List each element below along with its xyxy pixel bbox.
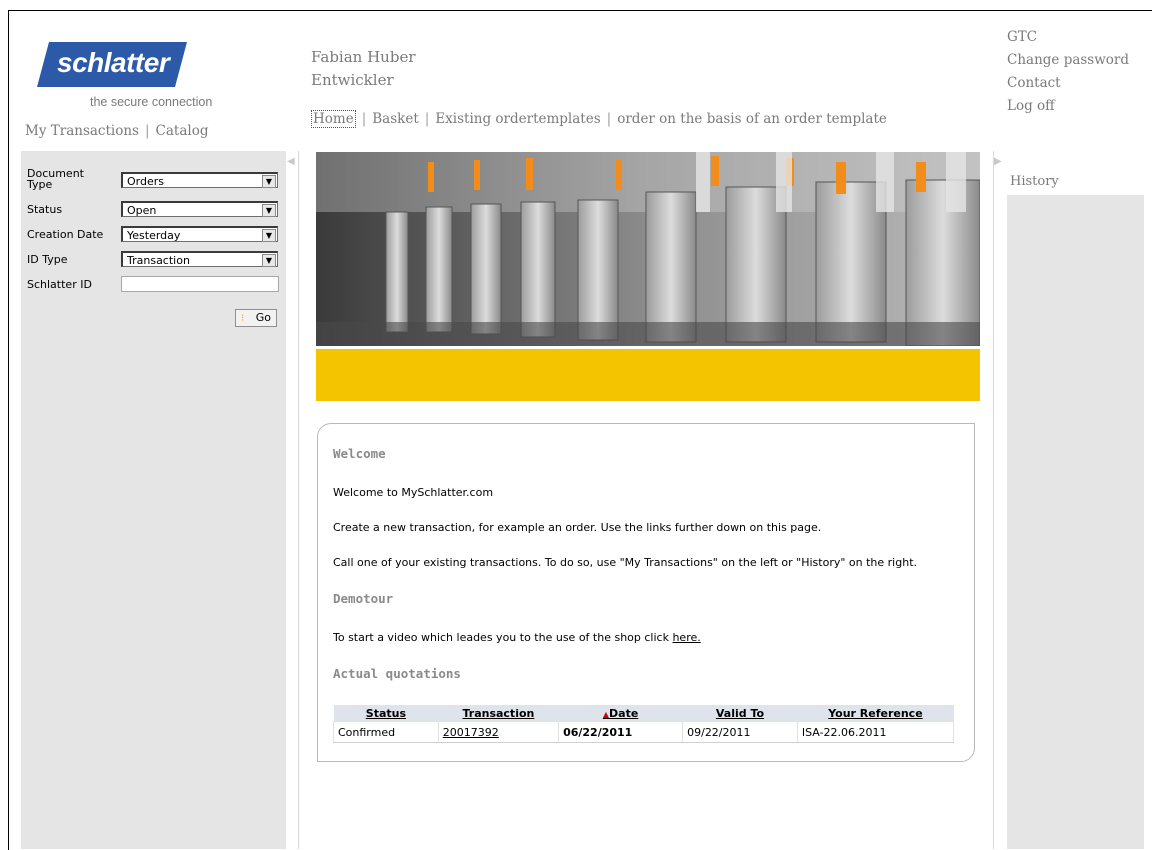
- cell-valid-to: 09/22/2011: [682, 721, 798, 743]
- select-document-type[interactable]: Orders ▼: [121, 172, 278, 188]
- cell-your-reference: ISA-22.06.2011: [796, 721, 955, 743]
- yellow-banner-strip: [316, 349, 980, 401]
- chevron-down-icon[interactable]: ▼: [262, 204, 276, 217]
- select-id-type[interactable]: Transaction ▼: [121, 251, 278, 267]
- user-name: Fabian Huber: [311, 48, 416, 66]
- main-nav: Home | Basket | Existing ordertemplates | orde…: [311, 110, 887, 128]
- demotour-link[interactable]: here.: [672, 631, 700, 644]
- link-contact[interactable]: Contact: [1007, 75, 1130, 98]
- quotations-heading: Actual quotations: [333, 666, 461, 681]
- nav-existing-ordertemplates[interactable]: Existing ordertemplates: [435, 111, 600, 127]
- label-id-type: ID Type: [27, 253, 68, 266]
- welcome-heading: Welcome: [333, 446, 386, 461]
- col-transaction[interactable]: Transaction: [438, 705, 559, 722]
- logo-tagline: the secure connection: [90, 95, 213, 109]
- select-value: Yesterday: [127, 229, 181, 242]
- transaction-link[interactable]: 20017392: [443, 726, 499, 739]
- welcome-line-2: Create a new transaction, for example an…: [333, 521, 822, 534]
- schlatter-id-input[interactable]: [121, 276, 279, 292]
- nav-catalog[interactable]: Catalog: [156, 123, 209, 139]
- welcome-line-1: Welcome to MySchlatter.com: [333, 486, 494, 499]
- nav-order-from-template[interactable]: order on the basis of an order template: [617, 111, 887, 127]
- link-change-password[interactable]: Change password: [1007, 52, 1130, 75]
- col-your-reference[interactable]: Your Reference: [797, 705, 954, 722]
- label-document-type: Document Type: [27, 167, 84, 191]
- demotour-heading: Demotour: [333, 591, 394, 606]
- nav-my-transactions[interactable]: My Transactions: [25, 123, 139, 139]
- chevron-down-icon[interactable]: ▼: [262, 229, 276, 242]
- nav-separator: |: [361, 111, 367, 127]
- link-log-off[interactable]: Log off: [1007, 98, 1130, 121]
- logo-text: schlatter: [57, 47, 170, 78]
- select-value: Transaction: [127, 254, 190, 267]
- table-row: Confirmed 20017392 06/22/2011 09/22/2011…: [333, 721, 955, 743]
- machine-illustration: [316, 152, 980, 346]
- quotations-table: Status Transaction ▲Date Valid To Your R…: [333, 705, 955, 743]
- nav-separator: |: [606, 111, 612, 127]
- chevron-down-icon[interactable]: ▼: [262, 254, 276, 267]
- col-valid-to[interactable]: Valid To: [682, 705, 798, 722]
- link-gtc[interactable]: GTC: [1007, 29, 1130, 52]
- user-role: Entwickler: [311, 71, 394, 89]
- col-date-label: Date: [609, 706, 639, 720]
- divider: [298, 151, 299, 849]
- nav-home[interactable]: Home: [311, 110, 356, 128]
- select-value: Orders: [127, 175, 164, 188]
- utility-links: GTC Change password Contact Log off: [1007, 29, 1130, 121]
- collapse-left-icon[interactable]: ◀: [287, 156, 295, 172]
- demotour-text: To start a video which leades you to the…: [333, 631, 701, 644]
- go-label: Go: [255, 311, 271, 324]
- welcome-box: Welcome Welcome to MySchlatter.com Creat…: [317, 423, 975, 762]
- left-nav: My Transactions | Catalog: [25, 123, 209, 139]
- chevron-down-icon[interactable]: ▼: [262, 175, 276, 188]
- label-schlatter-id: Schlatter ID: [27, 278, 92, 291]
- select-status[interactable]: Open ▼: [121, 201, 278, 217]
- arrow-icon: ⁝: [241, 313, 245, 324]
- demotour-sentence: To start a video which leades you to the…: [333, 631, 673, 644]
- cell-date: 06/22/2011: [558, 721, 684, 743]
- history-panel: [1007, 195, 1144, 849]
- welcome-line-3: Call one of your existing transactions. …: [333, 556, 918, 569]
- cell-status: Confirmed: [333, 721, 439, 743]
- col-date[interactable]: ▲Date: [558, 705, 683, 722]
- label-creation-date: Creation Date: [27, 228, 104, 241]
- select-value: Open: [127, 204, 157, 217]
- collapse-right-icon[interactable]: ▶: [994, 156, 1002, 172]
- col-status[interactable]: Status: [333, 705, 439, 722]
- select-creation-date[interactable]: Yesterday ▼: [121, 226, 278, 242]
- cell-transaction: 20017392: [437, 721, 560, 743]
- nav-separator: |: [144, 123, 150, 139]
- banner-image: [316, 152, 980, 346]
- label-status: Status: [27, 203, 63, 216]
- divider: [993, 151, 994, 849]
- go-button[interactable]: ⁝ Go: [235, 309, 277, 327]
- schlatter-logo[interactable]: schlatter: [37, 42, 187, 87]
- history-link[interactable]: History: [1010, 174, 1059, 189]
- search-panel: Document Type Orders ▼ Status Open ▼ Cre…: [21, 151, 286, 849]
- nav-separator: |: [424, 111, 430, 127]
- nav-basket[interactable]: Basket: [372, 111, 419, 127]
